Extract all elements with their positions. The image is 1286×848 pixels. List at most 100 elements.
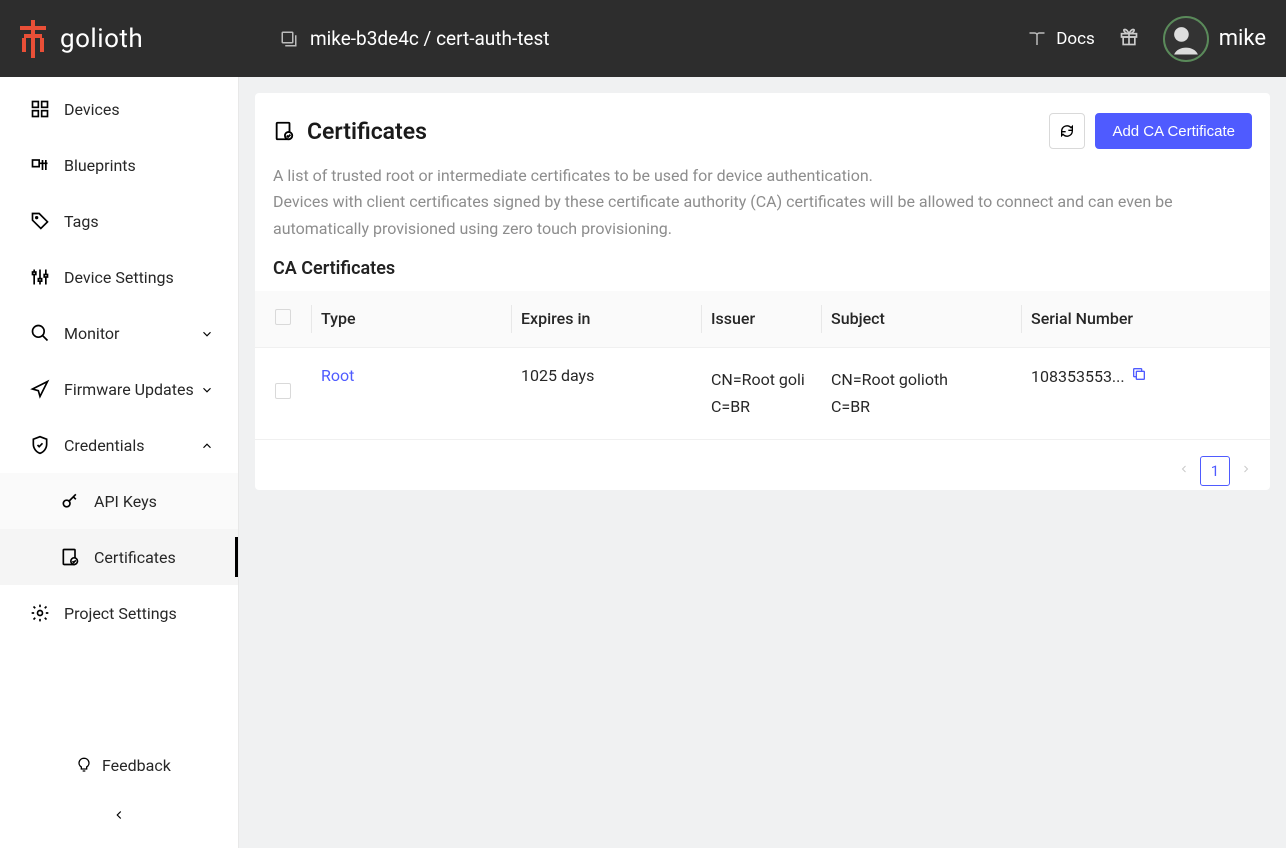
- issuer-line-1: CN=Root goli: [711, 366, 811, 393]
- cell-type: Root: [311, 348, 511, 439]
- user-menu[interactable]: mike: [1163, 16, 1266, 62]
- feedback-label: Feedback: [102, 756, 171, 775]
- sidebar-item-label: Tags: [64, 212, 99, 231]
- col-header-serial: Serial Number: [1021, 291, 1270, 348]
- desc-line-1: A list of trusted root or intermediate c…: [273, 163, 1252, 189]
- next-page[interactable]: [1240, 463, 1252, 479]
- collapse-sidebar[interactable]: [0, 790, 238, 840]
- certificate-icon: [273, 120, 295, 142]
- add-ca-certificate-button[interactable]: Add CA Certificate: [1095, 113, 1252, 149]
- blueprint-icon: [30, 155, 50, 175]
- sidebar-item-label: Monitor: [64, 324, 119, 343]
- sidebar-item-devices[interactable]: Devices: [0, 81, 238, 137]
- breadcrumb[interactable]: mike-b3de4c / cert-auth-test: [280, 27, 550, 50]
- sidebar-item-label: Project Settings: [64, 604, 177, 623]
- cell-issuer: CN=Root goli C=BR: [701, 348, 821, 439]
- sidebar-item-monitor[interactable]: Monitor: [0, 305, 238, 361]
- header-right: Docs mike: [1028, 16, 1266, 62]
- sidebar-item-api-keys[interactable]: API Keys: [0, 473, 238, 529]
- table-row: Root 1025 days CN=Root goli C=BR CN=Root…: [255, 348, 1270, 439]
- sidebar-item-project-settings[interactable]: Project Settings: [0, 585, 238, 641]
- certificates-table: Type Expires in Issuer Subject Serial Nu…: [255, 291, 1270, 439]
- row-checkbox[interactable]: [275, 383, 291, 399]
- pagination: 1: [255, 440, 1270, 490]
- page-title: Certificates: [273, 118, 427, 145]
- table-header-row: Type Expires in Issuer Subject Serial Nu…: [255, 291, 1270, 348]
- tag-icon: [30, 211, 50, 231]
- select-all-checkbox[interactable]: [275, 309, 291, 325]
- logo[interactable]: golioth: [16, 20, 240, 58]
- sidebar-item-label: API Keys: [94, 492, 157, 511]
- gear-icon: [30, 603, 50, 623]
- send-icon: [30, 379, 50, 399]
- avatar: [1163, 16, 1209, 62]
- select-all-header: [255, 291, 311, 348]
- chevron-right-icon: [1240, 463, 1252, 475]
- page-description: A list of trusted root or intermediate c…: [255, 163, 1270, 258]
- logo-icon: [16, 20, 50, 58]
- row-select-cell: [255, 348, 311, 439]
- sidebar-item-label: Firmware Updates: [64, 380, 194, 399]
- sidebar-item-certificates[interactable]: Certificates: [0, 529, 238, 585]
- col-header-issuer: Issuer: [701, 291, 821, 348]
- desc-line-2: Devices with client certificates signed …: [273, 189, 1252, 242]
- sidebar-item-blueprints[interactable]: Blueprints: [0, 137, 238, 193]
- grid-icon: [30, 99, 50, 119]
- chevron-left-icon: [112, 808, 126, 822]
- brand-name: golioth: [60, 24, 143, 54]
- sidebar-item-label: Devices: [64, 100, 120, 119]
- col-header-subject: Subject: [821, 291, 1021, 348]
- main-content: Certificates Add CA Certificate A list o…: [239, 77, 1286, 848]
- issuer-line-2: C=BR: [711, 393, 811, 420]
- shield-icon: [30, 435, 50, 455]
- serial-text: 108353553...: [1031, 367, 1125, 386]
- chevron-left-icon: [1178, 463, 1190, 475]
- username: mike: [1219, 26, 1266, 51]
- prev-page[interactable]: [1178, 463, 1190, 479]
- sidebar-item-label: Blueprints: [64, 156, 136, 175]
- page-title-text: Certificates: [307, 118, 427, 145]
- copy-icon: [1131, 366, 1147, 382]
- refresh-icon: [1059, 123, 1075, 139]
- lightbulb-icon: [76, 757, 92, 773]
- card-actions: Add CA Certificate: [1049, 113, 1252, 149]
- page-number[interactable]: 1: [1200, 456, 1230, 486]
- project-icon: [280, 30, 298, 48]
- sidebar-item-label: Certificates: [94, 548, 176, 567]
- sidebar-item-tags[interactable]: Tags: [0, 193, 238, 249]
- key-icon: [60, 491, 80, 511]
- subject-line-2: C=BR: [831, 393, 1011, 420]
- certificates-card: Certificates Add CA Certificate A list o…: [255, 93, 1270, 490]
- table-heading: CA Certificates: [255, 258, 1270, 291]
- docs-link[interactable]: Docs: [1028, 29, 1095, 49]
- feedback-link[interactable]: Feedback: [0, 740, 238, 790]
- sidebar-item-device-settings[interactable]: Device Settings: [0, 249, 238, 305]
- cell-subject: CN=Root golioth C=BR: [821, 348, 1021, 439]
- chevron-down-icon: [200, 382, 214, 396]
- sidebar-item-label: Credentials: [64, 436, 145, 455]
- sliders-icon: [30, 267, 50, 287]
- copy-serial-button[interactable]: [1131, 366, 1147, 386]
- header: golioth mike-b3de4c / cert-auth-test Doc…: [0, 0, 1286, 77]
- docs-label: Docs: [1056, 29, 1095, 49]
- col-header-type: Type: [311, 291, 511, 348]
- subject-line-1: CN=Root golioth: [831, 366, 1011, 393]
- card-header: Certificates Add CA Certificate: [255, 113, 1270, 163]
- chevron-down-icon: [200, 326, 214, 340]
- search-icon: [30, 323, 50, 343]
- sidebar-item-credentials[interactable]: Credentials: [0, 417, 238, 473]
- col-header-expires: Expires in: [511, 291, 701, 348]
- sidebar-footer: Feedback: [0, 740, 238, 848]
- refresh-button[interactable]: [1049, 113, 1085, 149]
- chevron-up-icon: [200, 438, 214, 452]
- certificate-icon: [60, 547, 80, 567]
- gift-icon[interactable]: [1119, 27, 1139, 51]
- cell-serial: 108353553...: [1021, 348, 1270, 439]
- sidebar: Devices Blueprints Tags Device Settings: [0, 77, 239, 848]
- nav: Devices Blueprints Tags Device Settings: [0, 77, 238, 740]
- sidebar-item-label: Device Settings: [64, 268, 174, 287]
- breadcrumb-text: mike-b3de4c / cert-auth-test: [310, 27, 550, 50]
- cell-expires: 1025 days: [511, 348, 701, 439]
- sidebar-item-firmware-updates[interactable]: Firmware Updates: [0, 361, 238, 417]
- certificate-type-link[interactable]: Root: [321, 366, 354, 385]
